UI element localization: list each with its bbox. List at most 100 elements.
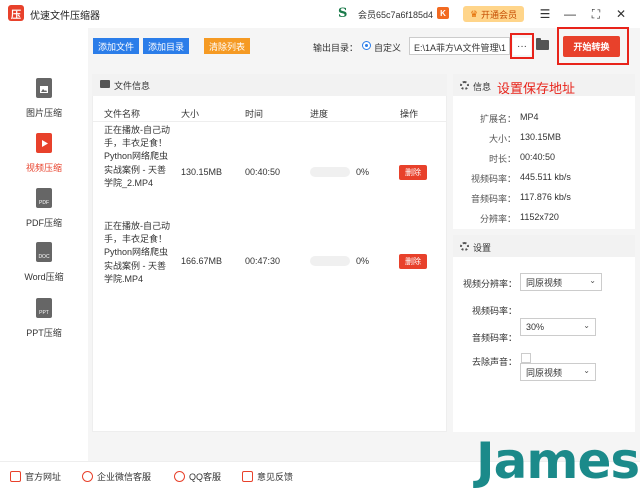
audio-bitrate-label: 音频码率： xyxy=(472,333,518,343)
chevron-down-icon: ⌄ xyxy=(589,276,596,285)
website-icon xyxy=(10,471,21,482)
info-abitrate-label: 音频码率： xyxy=(470,194,516,204)
app-title: 优速文件压缩器 xyxy=(30,11,100,22)
sidebar-item-image[interactable]: 图片压缩 xyxy=(0,78,88,128)
sidebar-item-label: 图片压缩 xyxy=(25,108,62,118)
video-bitrate-value: 30% xyxy=(526,322,545,332)
info-resolution-value: 1152x720 xyxy=(520,212,559,222)
chevron-down-icon: ⌄ xyxy=(583,366,590,375)
watermark-logo: James xyxy=(476,432,640,489)
output-path-input[interactable]: E:\1A菲方\A文件管理\1 xyxy=(409,37,510,55)
progress-text: 0% xyxy=(356,167,370,177)
maximize-icon[interactable]: ⛶ xyxy=(588,6,604,22)
wechat-icon xyxy=(82,471,93,482)
settings-panel-title: 设置 xyxy=(473,243,492,253)
header-divider xyxy=(92,121,447,122)
feedback-icon xyxy=(242,471,253,482)
col-header-size: 大小 xyxy=(181,109,200,119)
add-file-button[interactable]: 添加文件 xyxy=(93,38,139,54)
highlight-box-start xyxy=(557,27,629,65)
info-ext-value: MP4 xyxy=(520,112,539,122)
info-vbitrate-value: 445.511 kb/s xyxy=(520,172,571,182)
progress-text: 0% xyxy=(356,256,370,266)
open-vip-button[interactable]: ♛ 开通会员 xyxy=(463,6,524,22)
delete-button[interactable]: 删除 xyxy=(399,254,427,269)
audio-bitrate-value: 同原视频 xyxy=(526,367,563,378)
word-file-icon: DOC xyxy=(36,242,52,262)
qq-service-link[interactable]: QQ客服 xyxy=(174,470,221,483)
sidebar-item-video[interactable]: 视频压缩 xyxy=(0,133,88,183)
info-ext-label: 扩展名： xyxy=(479,114,516,124)
save-location-annotation: 设置保存地址 xyxy=(497,81,576,96)
add-dir-button[interactable]: 添加目录 xyxy=(143,38,189,54)
info-vbitrate-label: 视频码率： xyxy=(470,174,516,184)
sidebar-item-word[interactable]: DOC Word压缩 xyxy=(0,242,88,292)
chevron-down-icon: ⌄ xyxy=(583,321,590,330)
gear-icon xyxy=(460,81,469,90)
wechat-label: 企业微信客服 xyxy=(97,472,152,482)
sidebar-item-label: PDF压缩 xyxy=(25,218,62,228)
feedback-link[interactable]: 意见反馈 xyxy=(242,470,293,483)
qq-label: QQ客服 xyxy=(189,472,222,482)
video-file-icon xyxy=(36,133,52,153)
member-icon: S xyxy=(338,6,348,21)
website-link[interactable]: 官方网址 xyxy=(10,470,61,483)
image-icon xyxy=(100,80,110,88)
wechat-service-link[interactable]: 企业微信客服 xyxy=(82,470,151,483)
sidebar: 图片压缩 视频压缩 PDF PDF压缩 DOC Word压缩 PPT PPT压缩 xyxy=(0,28,88,461)
info-panel-title: 信息 xyxy=(473,82,492,92)
video-resolution-select[interactable]: 同原视频 ⌄ xyxy=(520,273,602,291)
info-duration-label: 时长： xyxy=(488,154,516,164)
file-size: 130.15MB xyxy=(181,167,223,177)
sidebar-item-label: 视频压缩 xyxy=(25,163,62,173)
custom-radio[interactable] xyxy=(362,41,371,50)
file-time: 00:40:50 xyxy=(245,167,281,177)
app-logo-icon: 压 xyxy=(8,5,24,21)
gear-icon xyxy=(460,242,469,251)
file-name: 正在播放-自己动手，丰衣足食！Python网络爬虫实战案例 - 天善学院.MP4 xyxy=(104,221,170,284)
sidebar-item-label: PPT压缩 xyxy=(26,328,62,338)
close-icon[interactable]: ✕ xyxy=(613,6,629,22)
video-resolution-label: 视频分辨率： xyxy=(463,279,518,289)
file-size: 166.67MB xyxy=(181,256,223,266)
output-dir-label: 输出目录： xyxy=(313,43,359,53)
remove-audio-checkbox[interactable] xyxy=(521,353,531,363)
progress-bar xyxy=(310,167,350,177)
sidebar-item-label: Word压缩 xyxy=(24,272,64,282)
info-resolution-label: 分辨率： xyxy=(479,214,516,224)
open-vip-label: 开通会员 xyxy=(481,9,518,20)
crown-icon: ♛ xyxy=(469,8,479,19)
minimize-icon[interactable]: — xyxy=(562,6,578,22)
audio-bitrate-select[interactable]: 同原视频 ⌄ xyxy=(520,363,596,381)
file-name: 正在播放-自己动手，丰衣足食！Python网络爬虫实战案例 - 天善学院_2.M… xyxy=(104,125,170,188)
remove-audio-label: 去除声音： xyxy=(472,357,518,367)
video-bitrate-label: 视频码率： xyxy=(472,306,518,316)
feedback-label: 意见反馈 xyxy=(257,472,294,482)
video-resolution-value: 同原视频 xyxy=(526,277,563,288)
video-bitrate-select[interactable]: 30% ⌄ xyxy=(520,318,596,336)
menu-icon[interactable]: ☰ xyxy=(537,6,553,22)
sidebar-item-ppt[interactable]: PPT PPT压缩 xyxy=(0,298,88,348)
info-duration-value: 00:40:50 xyxy=(520,152,556,162)
info-abitrate-value: 117.876 kb/s xyxy=(520,192,571,202)
highlight-box-browse xyxy=(510,33,534,59)
progress-bar xyxy=(310,256,350,266)
member-id: 会员65c7a6f185d4 xyxy=(358,10,434,20)
vip-badge-icon: K xyxy=(437,7,449,19)
info-size-value: 130.15MB xyxy=(520,132,562,142)
file-time: 00:47:30 xyxy=(245,256,281,266)
image-file-icon xyxy=(36,78,52,98)
col-header-progress: 进度 xyxy=(310,109,329,119)
clear-list-button[interactable]: 清除列表 xyxy=(204,38,250,54)
qq-icon xyxy=(174,471,185,482)
pdf-file-icon: PDF xyxy=(36,188,52,208)
sidebar-item-pdf[interactable]: PDF PDF压缩 xyxy=(0,188,88,238)
col-header-name: 文件名称 xyxy=(104,109,141,119)
folder-icon[interactable] xyxy=(536,38,549,50)
info-size-label: 大小： xyxy=(488,134,516,144)
col-header-time: 时间 xyxy=(245,109,264,119)
file-panel-title: 文件信息 xyxy=(114,81,151,91)
ppt-file-icon: PPT xyxy=(36,298,52,318)
custom-radio-label: 自定义 xyxy=(374,43,402,53)
website-label: 官方网址 xyxy=(25,472,62,482)
